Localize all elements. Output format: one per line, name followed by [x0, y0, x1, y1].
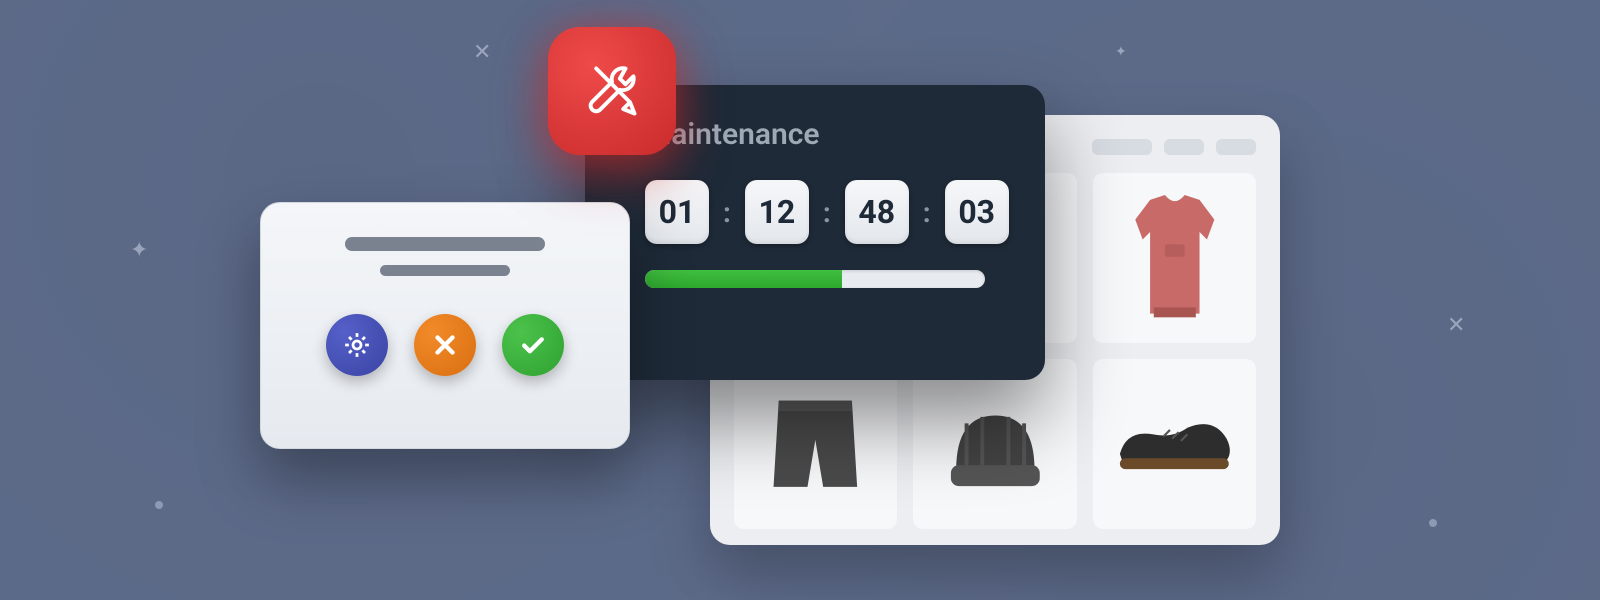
nav-chip — [1164, 139, 1204, 155]
settings-button[interactable] — [326, 314, 388, 376]
dialog-subtitle-placeholder — [380, 265, 510, 276]
shoe-icon — [1109, 406, 1240, 482]
close-icon — [430, 330, 460, 360]
countdown-hours: 12 — [745, 180, 809, 244]
cancel-button[interactable] — [414, 314, 476, 376]
product-tile-beanie[interactable] — [913, 359, 1076, 529]
countdown-seconds: 03 — [945, 180, 1009, 244]
countdown-separator: : — [923, 196, 931, 229]
tools-icon — [576, 55, 648, 127]
dialog-title-placeholder — [345, 237, 545, 251]
countdown-timer: 01 : 12 : 48 : 03 — [645, 180, 1009, 244]
product-tile-shoe[interactable] — [1093, 359, 1256, 529]
countdown-minutes: 48 — [845, 180, 909, 244]
product-tile-sweater[interactable] — [1093, 173, 1256, 343]
shorts-icon — [750, 385, 881, 503]
product-tile-shorts[interactable] — [734, 359, 897, 529]
dialog-actions — [326, 314, 564, 376]
tools-badge — [548, 27, 676, 155]
progress-fill — [645, 270, 842, 288]
countdown-separator: : — [723, 196, 731, 229]
dialog-card — [260, 202, 630, 449]
countdown-days: 01 — [645, 180, 709, 244]
nav-chip — [1092, 139, 1152, 155]
progress-bar — [645, 270, 985, 288]
nav-chip — [1216, 139, 1256, 155]
maintenance-title: Maintenance — [645, 117, 1009, 152]
beanie-icon — [930, 392, 1061, 497]
confirm-button[interactable] — [502, 314, 564, 376]
countdown-separator: : — [823, 196, 831, 229]
gear-icon — [342, 330, 372, 360]
sweater-icon — [1113, 190, 1237, 326]
check-icon — [518, 330, 548, 360]
